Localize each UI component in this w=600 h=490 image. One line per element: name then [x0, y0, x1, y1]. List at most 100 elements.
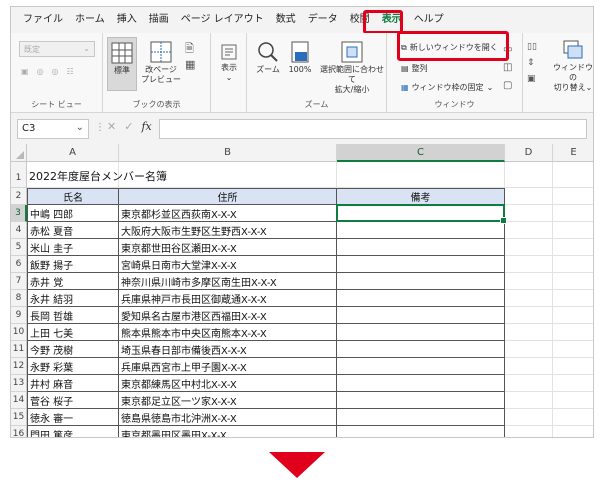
row-header-5[interactable]: 5: [11, 239, 27, 256]
cell-name[interactable]: 菅谷 桜子: [27, 392, 119, 409]
cell[interactable]: [505, 290, 553, 307]
column-header-a[interactable]: A: [27, 144, 119, 162]
unhide-icon[interactable]: ▢: [503, 77, 512, 95]
switch-windows-button[interactable]: ウィンドウの 切り替え⌄: [551, 39, 593, 93]
cell-note[interactable]: [337, 290, 505, 307]
cell[interactable]: [505, 426, 553, 437]
cell-name[interactable]: 飯野 揚子: [27, 256, 119, 273]
page-layout-icon[interactable]: 🗎: [185, 41, 195, 57]
cell[interactable]: [505, 307, 553, 324]
zoom-to-selection-button[interactable]: 選択範囲に合わせて 拡大/縮小: [319, 41, 385, 95]
cancel-icon[interactable]: ✕: [107, 120, 116, 133]
cell[interactable]: [553, 256, 593, 273]
cell[interactable]: [505, 239, 553, 256]
cell-address[interactable]: 宮崎県日南市大堂津X-X-X: [119, 256, 337, 273]
column-header-e[interactable]: E: [553, 144, 593, 162]
freeze-panes-button[interactable]: ▦ ウィンドウ枠の固定 ⌄: [401, 82, 493, 93]
tab-home[interactable]: ホーム: [69, 7, 111, 33]
cell-note[interactable]: [337, 392, 505, 409]
cell-note[interactable]: [337, 358, 505, 375]
cell[interactable]: [505, 392, 553, 409]
cell-address[interactable]: 東京都杉並区西荻南X-X-X: [119, 205, 337, 222]
tab-file[interactable]: ファイル: [17, 7, 69, 33]
header-note[interactable]: 備考: [337, 188, 505, 205]
header-name[interactable]: 氏名: [27, 188, 119, 205]
cell-note[interactable]: [337, 426, 505, 437]
cell-name[interactable]: 赤松 夏音: [27, 222, 119, 239]
tab-insert[interactable]: 挿入: [111, 7, 143, 33]
sync-scroll-icon[interactable]: ⇕: [527, 55, 537, 71]
hide-icon[interactable]: ◫: [503, 59, 512, 77]
sheet-view-dropdown[interactable]: 既定 ⌄: [19, 41, 95, 57]
cell[interactable]: [553, 162, 593, 188]
name-box[interactable]: C3 ⌄: [17, 119, 89, 139]
cell-name[interactable]: 赤井 覚: [27, 273, 119, 290]
cell-note[interactable]: [337, 222, 505, 239]
cell-address[interactable]: 東京都足立区一ツ家X-X-X: [119, 392, 337, 409]
cell-address[interactable]: 埼玉県春日部市備後西X-X-X: [119, 341, 337, 358]
cell-address[interactable]: 熊本県熊本市中央区南熊本X-X-X: [119, 324, 337, 341]
cell[interactable]: [553, 290, 593, 307]
cell[interactable]: [553, 341, 593, 358]
tab-page-layout[interactable]: ページ レイアウト: [175, 7, 270, 33]
page-break-preview-button[interactable]: 改ページ プレビュー: [141, 41, 181, 85]
tab-draw[interactable]: 描画: [143, 7, 175, 33]
formula-input[interactable]: [159, 119, 587, 139]
cell[interactable]: [553, 409, 593, 426]
row-header-12[interactable]: 12: [11, 358, 27, 375]
cell-note[interactable]: [337, 307, 505, 324]
cell[interactable]: [505, 222, 553, 239]
tab-formulas[interactable]: 数式: [270, 7, 302, 33]
enter-icon[interactable]: ✓: [124, 120, 133, 133]
cell[interactable]: [505, 273, 553, 290]
cell[interactable]: [553, 392, 593, 409]
cell-name[interactable]: 米山 圭子: [27, 239, 119, 256]
cell-name[interactable]: 今野 茂樹: [27, 341, 119, 358]
cell[interactable]: [553, 358, 593, 375]
row-header-16[interactable]: 16: [11, 426, 27, 437]
cell-note[interactable]: [337, 409, 505, 426]
column-header-d[interactable]: D: [505, 144, 553, 162]
header-address[interactable]: 住所: [119, 188, 337, 205]
cell-note[interactable]: [337, 239, 505, 256]
row-header-13[interactable]: 13: [11, 375, 27, 392]
show-button[interactable]: 表示 ⌄: [215, 43, 243, 83]
reset-position-icon[interactable]: ▣: [527, 71, 537, 87]
cell-note[interactable]: [337, 324, 505, 341]
new-view-icon[interactable]: ◎: [52, 67, 59, 76]
row-header-11[interactable]: 11: [11, 341, 27, 358]
cell-note[interactable]: [337, 256, 505, 273]
tab-help[interactable]: ヘルプ: [408, 7, 450, 33]
cell-address[interactable]: 東京都墨田区墨田X-X-X: [119, 426, 337, 437]
chevron-down-icon[interactable]: ⌄: [76, 122, 84, 133]
row-header-8[interactable]: 8: [11, 290, 27, 307]
cell[interactable]: [553, 375, 593, 392]
cell[interactable]: [119, 162, 337, 188]
cell-name[interactable]: 門田 篤彦: [27, 426, 119, 437]
cell-note[interactable]: [337, 341, 505, 358]
row-header-15[interactable]: 15: [11, 409, 27, 426]
column-header-b[interactable]: B: [119, 144, 337, 162]
cell[interactable]: [505, 256, 553, 273]
cell-name[interactable]: 中嶋 四郎: [27, 205, 119, 222]
cell-name[interactable]: 徳永 審一: [27, 409, 119, 426]
cell[interactable]: [505, 409, 553, 426]
keep-icon[interactable]: ▣: [21, 67, 29, 76]
active-cell-c3[interactable]: [336, 204, 507, 224]
cell-address[interactable]: 徳島県徳島市北沖洲X-X-X: [119, 409, 337, 426]
cell[interactable]: [553, 188, 593, 205]
cell[interactable]: [505, 324, 553, 341]
zoom-100-button[interactable]: 100%: [285, 41, 315, 75]
cell[interactable]: [505, 341, 553, 358]
exit-icon[interactable]: ◎: [37, 67, 44, 76]
cell[interactable]: [553, 239, 593, 256]
normal-view-button[interactable]: 標準: [107, 37, 137, 91]
cell[interactable]: [553, 426, 593, 437]
row-header-14[interactable]: 14: [11, 392, 27, 409]
sheet-title[interactable]: 2022年度屋台メンバー名簿: [27, 162, 167, 188]
cell-name[interactable]: 永井 結羽: [27, 290, 119, 307]
select-all-button[interactable]: [11, 144, 27, 162]
cell-address[interactable]: 愛知県名古屋市港区西福田X-X-X: [119, 307, 337, 324]
cell-note[interactable]: [337, 375, 505, 392]
cell-address[interactable]: 兵庫県神戸市長田区御蔵通X-X-X: [119, 290, 337, 307]
